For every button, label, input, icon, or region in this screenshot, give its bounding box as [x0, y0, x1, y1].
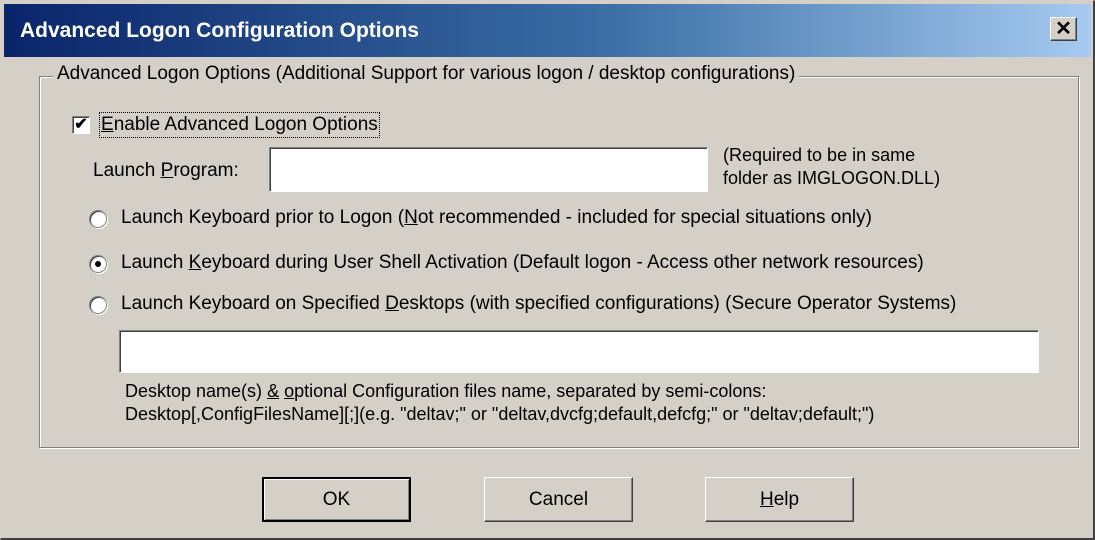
- close-button[interactable]: ✕: [1050, 17, 1077, 41]
- cancel-button[interactable]: Cancel: [484, 477, 633, 522]
- accelerator-key: K: [188, 252, 202, 273]
- desktops-help-line2: Desktop[,ConfigFilesName][;](e.g. "delta…: [125, 404, 875, 424]
- radio-launch-on-specified-desktops[interactable]: [89, 296, 107, 314]
- label-part: elp: [773, 489, 800, 510]
- desktops-input[interactable]: [119, 330, 1039, 373]
- radio-launch-during-shell-activation-label[interactable]: Launch Keyboard during User Shell Activa…: [121, 252, 924, 274]
- label-part: Desktop name(s): [125, 381, 268, 401]
- enable-advanced-logon-label[interactable]: Enable Advanced Logon Options: [99, 112, 380, 138]
- window-title: Advanced Logon Configuration Options: [20, 19, 419, 42]
- launch-program-input[interactable]: [269, 147, 708, 192]
- accelerator-key: &: [267, 381, 280, 401]
- label-part: nable Advanced Logon Options: [113, 114, 378, 135]
- radio-launch-prior-to-logon[interactable]: [89, 210, 107, 228]
- label-part: Launch: [93, 160, 161, 181]
- label-part: eyboard during User Shell Activation (De…: [201, 252, 924, 273]
- enable-advanced-logon-checkbox[interactable]: ✔: [72, 116, 90, 134]
- accelerator-key: P: [160, 160, 174, 181]
- dialog-window: Advanced Logon Configuration Options ✕ A…: [0, 0, 1095, 540]
- group-legend: Advanced Logon Options (Additional Suppo…: [53, 63, 800, 85]
- label-part: Launch: [121, 252, 189, 273]
- accelerator-key: o: [284, 381, 295, 401]
- label-part: Launch Keyboard prior to Logon (: [121, 207, 405, 228]
- launch-program-label: Launch Program:: [93, 160, 239, 182]
- ok-button[interactable]: OK: [262, 477, 411, 522]
- accelerator-key: N: [404, 207, 418, 228]
- label-part: Launch Keyboard on Specified: [121, 293, 386, 314]
- radio-launch-on-specified-desktops-label[interactable]: Launch Keyboard on Specified Desktops (w…: [121, 293, 956, 315]
- help-button[interactable]: Help: [705, 477, 854, 522]
- check-mark-icon: ✔: [74, 116, 88, 133]
- accelerator-key: D: [385, 293, 399, 314]
- radio-launch-prior-to-logon-label[interactable]: Launch Keyboard prior to Logon (Not reco…: [121, 207, 872, 229]
- launch-program-note-line1: (Required to be in same: [723, 145, 916, 165]
- label-part: ptional Configuration files name, separa…: [294, 381, 767, 401]
- label-part: ot recommended - included for special si…: [417, 207, 872, 228]
- accelerator-key: E: [101, 114, 114, 135]
- radio-launch-during-shell-activation[interactable]: [89, 255, 107, 273]
- close-icon: ✕: [1055, 18, 1072, 40]
- label-part: esktops (with specified configurations) …: [398, 293, 957, 314]
- accelerator-key: H: [759, 489, 774, 510]
- desktops-help-line1: Desktop name(s) & optional Configuration…: [125, 381, 766, 402]
- label-part: rogram:: [173, 160, 239, 181]
- title-bar[interactable]: Advanced Logon Configuration Options ✕: [4, 4, 1091, 57]
- launch-program-note-line2: folder as IMGLOGON.DLL): [723, 168, 941, 188]
